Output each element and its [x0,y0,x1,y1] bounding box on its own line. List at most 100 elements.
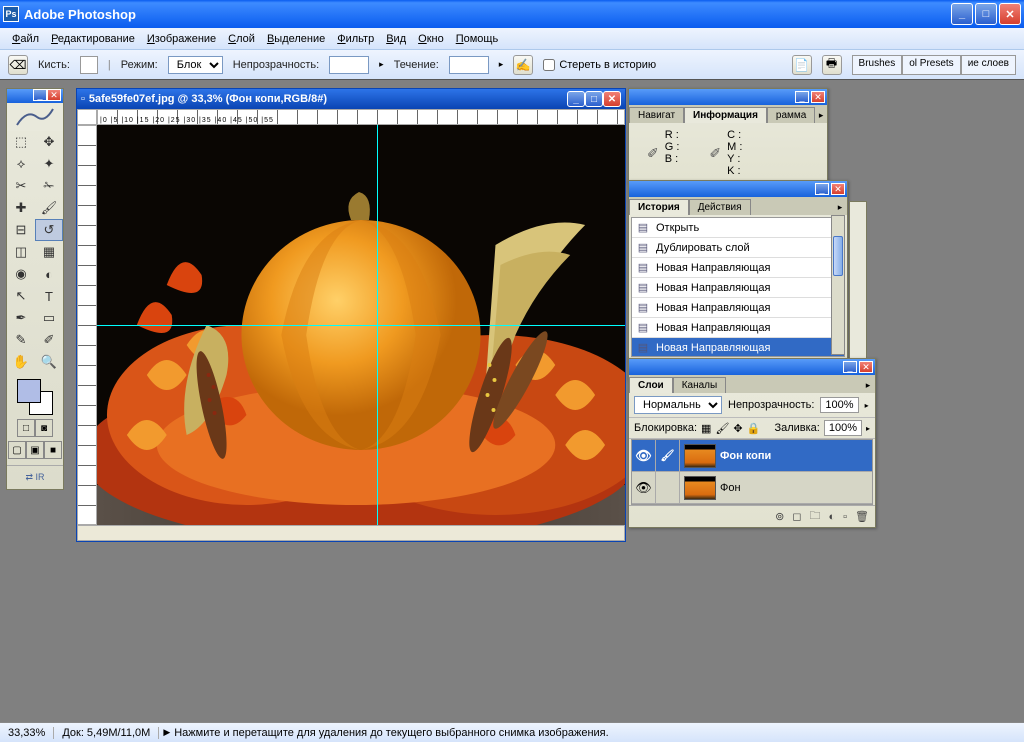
gradient-tool-icon[interactable]: ▦ [35,241,63,263]
history-minimize[interactable]: _ [815,183,829,195]
layer-row[interactable]: 👁🖌 Фон копи [632,440,872,472]
brush-picker[interactable] [80,56,98,74]
docked-palette-strip[interactable] [849,201,867,381]
slice-tool-icon[interactable]: ✁ [35,175,63,197]
panel-menu-icon[interactable]: ▸ [833,199,847,215]
jump-to-imageready[interactable]: ⇄ IR [7,465,63,489]
screen-mode-1-icon[interactable]: ▢ [8,441,26,459]
layers-tab[interactable]: Слои [629,377,673,393]
airbrush-icon[interactable]: ✍ [513,55,533,75]
history-close[interactable]: ✕ [831,183,845,195]
screen-mode-2-icon[interactable]: ▣ [26,441,44,459]
blend-mode-select[interactable]: Нормальный [634,396,722,414]
history-item[interactable]: ▤Открыть [632,218,844,238]
status-zoom[interactable]: 33,33% [0,727,54,739]
history-tab[interactable]: История [629,199,689,215]
pen-tool-icon[interactable]: ✒ [7,307,35,329]
maximize-button[interactable]: □ [975,3,997,25]
info-minimize[interactable]: _ [795,91,809,103]
history-item[interactable]: ▤Новая Направляющая [632,278,844,298]
layer-row[interactable]: 👁 Фон [632,472,872,504]
layer-visibility-icon[interactable]: 👁 [632,472,656,503]
menu-помощь[interactable]: Помощь [450,31,505,47]
color-swatches[interactable] [17,379,53,415]
print-icon[interactable]: 🖶 [822,55,842,75]
document-scrollbar-h[interactable] [77,525,625,541]
marquee-tool-icon[interactable]: ⬚ [7,131,35,153]
layer-style-icon[interactable]: ⊚ [775,510,784,523]
quickmask-mode-icon[interactable]: ◙ [35,419,53,437]
crop-tool-icon[interactable]: ✂ [7,175,35,197]
layers-close[interactable]: ✕ [859,361,873,373]
layer-link-icon[interactable]: 🖌 [656,440,680,471]
history-scrollbar[interactable] [831,215,845,355]
menu-окно[interactable]: Окно [412,31,450,47]
status-menu-icon[interactable]: ▶ [163,727,170,738]
history-tab[interactable]: Действия [689,199,751,215]
wand-tool-icon[interactable]: ✦ [35,153,63,175]
lock-all-icon[interactable]: 🔒 [747,422,761,435]
screen-mode-3-icon[interactable]: ■ [44,441,62,459]
menu-вид[interactable]: Вид [380,31,412,47]
toolbox-minimize[interactable]: _ [33,89,47,101]
flow-input[interactable] [449,56,489,74]
layer-opacity-value[interactable]: 100% [820,397,858,413]
fg-color-swatch[interactable] [17,379,41,403]
erase-history-checkbox[interactable]: Стереть в историю [543,59,656,71]
menu-слой[interactable]: Слой [222,31,261,47]
layer-link-icon[interactable] [656,472,680,503]
layer-thumbnail[interactable] [684,476,716,500]
menu-файл[interactable]: Файл [6,31,45,47]
doc-minimize-button[interactable]: _ [567,91,585,107]
history-list[interactable]: ▤Открыть▤Дублировать слой▤Новая Направля… [631,217,845,357]
blur-tool-icon[interactable]: ◉ [7,263,35,285]
menu-выделение[interactable]: Выделение [261,31,331,47]
close-button[interactable]: ✕ [999,3,1021,25]
layer-visibility-icon[interactable]: 👁 [632,440,656,471]
notes-tool-icon[interactable]: ✎ [7,329,35,351]
standard-mode-icon[interactable]: □ [17,419,35,437]
palette-tab[interactable]: ие слоев [961,55,1016,75]
new-layer-icon[interactable]: ▫ [843,511,847,523]
eyedropper-tool-icon[interactable]: ✐ [35,329,63,351]
history-item[interactable]: ▤Дублировать слой [632,238,844,258]
layers-minimize[interactable]: _ [843,361,857,373]
lock-transparency-icon[interactable]: ▦ [701,422,711,435]
layer-thumbnail[interactable] [684,444,716,468]
history-item[interactable]: ▤Новая Направляющая [632,298,844,318]
toolbox-close[interactable]: ✕ [47,89,61,101]
palette-tab[interactable]: ol Presets [902,55,960,75]
opacity-input[interactable] [329,56,369,74]
menu-изображение[interactable]: Изображение [141,31,222,47]
shape-tool-icon[interactable]: ▭ [35,307,63,329]
fill-value[interactable]: 100% [824,420,862,436]
layer-name[interactable]: Фон копи [720,450,771,462]
doc-icon[interactable]: 📄 [792,55,812,75]
minimize-button[interactable]: _ [951,3,973,25]
delete-layer-icon[interactable]: 🗑 [855,510,869,523]
path-tool-icon[interactable]: ↖ [7,285,35,307]
history-item[interactable]: ▤Новая Направляющая [632,258,844,278]
panel-menu-icon[interactable]: ▸ [815,107,827,123]
guide-horizontal[interactable] [97,325,625,326]
ruler-horizontal[interactable]: |0 |5 |10 |15 |20 |25 |30 |35 |40 |45 |5… [97,109,625,125]
new-set-icon[interactable]: 🗀 [809,507,820,526]
zoom-tool-icon[interactable]: 🔍 [35,351,63,373]
info-tab[interactable]: Информация [684,107,767,123]
history-brush-icon[interactable]: ↺ [35,219,63,241]
layer-name[interactable]: Фон [720,482,741,494]
history-item[interactable]: ▤Новая Направляющая [632,318,844,338]
ruler-vertical[interactable] [77,125,97,525]
lasso-tool-icon[interactable]: ⟡ [7,153,35,175]
doc-maximize-button[interactable]: □ [585,91,603,107]
lock-position-icon[interactable]: ✥ [733,422,742,435]
eraser-tool-icon[interactable]: ⌫ [8,55,28,75]
mode-select[interactable]: Блок [168,56,223,74]
stamp-tool-icon[interactable]: ⊟ [7,219,35,241]
status-docinfo[interactable]: Док: 5,49M/11,0M [54,727,159,739]
menu-редактирование[interactable]: Редактирование [45,31,141,47]
menu-фильтр[interactable]: Фильтр [331,31,380,47]
brush-tool-icon[interactable]: 🖌 [35,197,63,219]
canvas[interactable] [97,125,625,525]
palette-tab[interactable]: Brushes [852,55,903,75]
